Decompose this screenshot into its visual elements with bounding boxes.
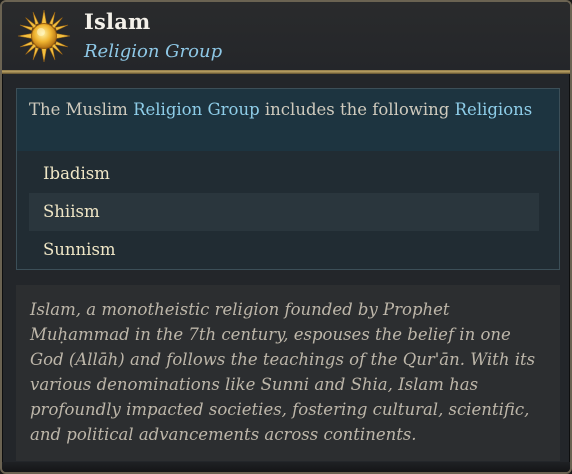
- description-panel: Islam, a monotheistic religion founded b…: [16, 285, 560, 461]
- tooltip-title: Islam: [84, 9, 151, 34]
- sun-icon: [17, 9, 71, 63]
- intro-middle: includes the following: [259, 100, 455, 119]
- header-divider: [2, 70, 570, 74]
- description-text: Islam, a monotheistic religion founded b…: [30, 300, 536, 444]
- intro-prefix: The Muslim: [29, 100, 134, 119]
- religions-link[interactable]: Religions: [455, 100, 533, 119]
- tooltip-header: Islam Religion Group: [2, 2, 570, 72]
- religions-intro: The Muslim Religion Group includes the f…: [17, 89, 559, 151]
- religions-list-panel: The Muslim Religion Group includes the f…: [16, 88, 560, 270]
- list-item-ibadism[interactable]: Ibadism: [29, 155, 539, 193]
- bottom-edge: [2, 462, 570, 472]
- tooltip-subtitle[interactable]: Religion Group: [84, 41, 222, 62]
- list-item-shiism[interactable]: Shiism: [29, 193, 539, 231]
- religion-group-tooltip: Islam Religion Group The Muslim Religion…: [0, 0, 572, 474]
- list-item-sunnism[interactable]: Sunnism: [29, 231, 539, 269]
- religion-group-link[interactable]: Religion Group: [133, 100, 260, 119]
